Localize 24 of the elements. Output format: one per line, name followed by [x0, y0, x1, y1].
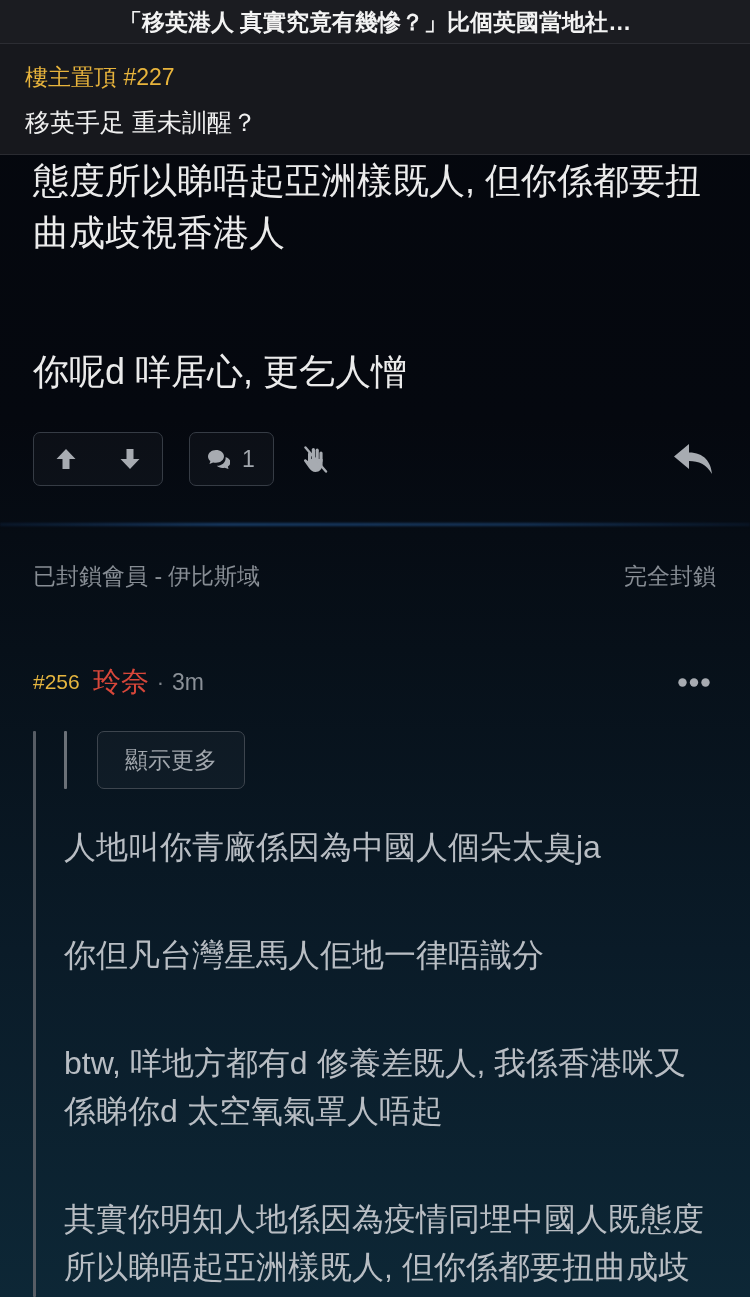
more-icon[interactable] [678, 677, 710, 687]
pinned-title: 移英手足 重未訓醒？ [25, 107, 258, 138]
post-time: 3m [172, 667, 204, 697]
post-number: #256 [33, 669, 80, 696]
chat-icon [208, 449, 231, 469]
quote-paragraph: 人地叫你青廠係因為中國人個朵太臭ja [64, 828, 602, 867]
up-arrow-icon [56, 448, 76, 470]
nested-quote-bar [64, 731, 67, 789]
post-paragraph: 態度所以睇唔起亞洲樣既人, 但你係都要扭曲成歧視香港人 [33, 159, 702, 255]
reply-icon[interactable] [673, 443, 713, 475]
separator-dot: · [156, 668, 165, 697]
quote-paragraph: 其實你明知人地係因為疫情同埋中國人既態度所以睇唔起亞洲樣既人, 但你係都要扭曲成歧 [64, 1200, 705, 1287]
username[interactable]: 玲奈 [92, 661, 149, 703]
quote-paragraph: 你但凡台灣星馬人佢地一律唔識分 [64, 936, 545, 975]
down-arrow-icon [120, 448, 140, 470]
hand-slash-icon[interactable] [303, 445, 328, 473]
thread-title: 「移英港人 真實究竟有幾慘？」比個英國當地社… [118, 7, 632, 37]
post-paragraph: 你呢d 咩居心, 更乞人憎 [33, 350, 409, 394]
block-all-button[interactable]: 完全封鎖 [624, 559, 716, 593]
show-more-button[interactable]: 顯示更多 [97, 731, 245, 789]
pinned-label: 樓主置頂 #227 [25, 63, 176, 92]
blocked-member-notice: 已封鎖會員 - 伊比斯域 [33, 562, 261, 591]
quote-paragraph: btw, 咩地方都有d 修養差既人, 我係香港咪又係睇你d 太空氧氣罩人唔起 [64, 1044, 688, 1131]
comment-button[interactable]: 1 [189, 432, 274, 486]
